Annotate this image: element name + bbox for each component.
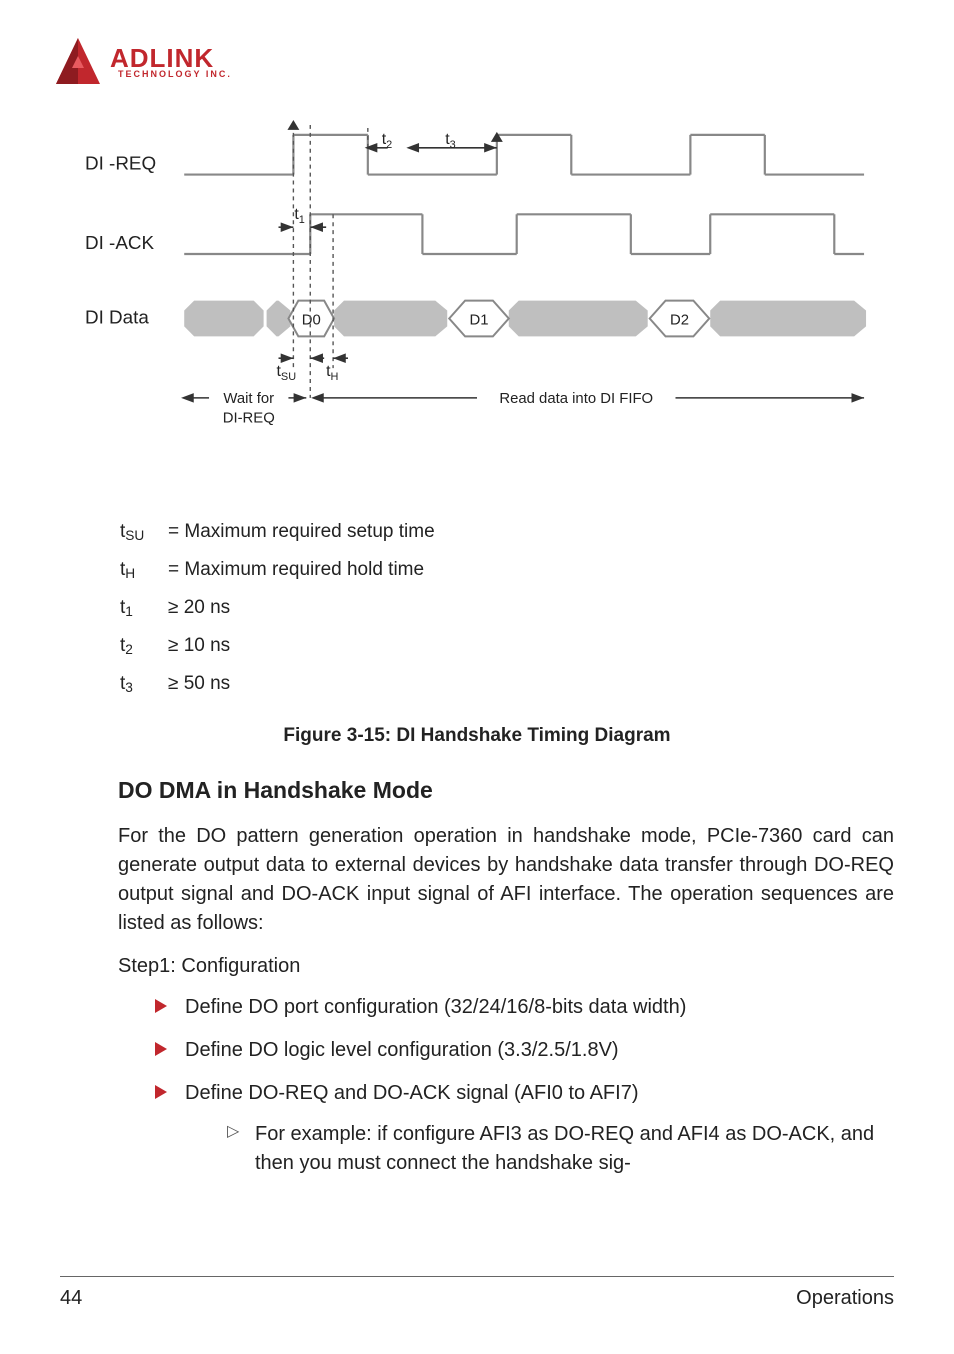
logo-text-main: ADLINK	[110, 45, 232, 71]
signal-di-req: DI -REQ	[85, 153, 156, 174]
page-footer: 44 Operations	[60, 1276, 894, 1310]
step1-label: Step1: Configuration	[118, 952, 894, 981]
signal-di-data: DI Data	[85, 306, 149, 327]
data-d2: D2	[670, 312, 689, 328]
svg-text:t1: t1	[294, 206, 304, 226]
annot-wait: Wait for	[223, 391, 274, 407]
param-tsu: tSU = Maximum required setup time	[120, 513, 894, 551]
bullet-do-port: Define DO port configuration (32/24/16/8…	[155, 993, 894, 1022]
body-paragraph: For the DO pattern generation operation …	[118, 822, 894, 938]
timing-diagram-svg: DI -REQ DI -ACK DI Data	[80, 120, 874, 448]
section-heading: DO DMA in Handshake Mode	[118, 777, 894, 804]
footer-section: Operations	[796, 1287, 894, 1310]
logo: ADLINK TECHNOLOGY INC.	[50, 34, 894, 90]
param-th: tH = Maximum required hold time	[120, 551, 894, 589]
logo-text-sub: TECHNOLOGY INC.	[118, 69, 232, 79]
annot-read: Read data into DI FIFO	[499, 391, 653, 407]
svg-text:t3: t3	[445, 131, 455, 151]
bullet-do-logic: Define DO logic level configuration (3.3…	[155, 1036, 894, 1065]
annot-wait2: DI-REQ	[223, 411, 275, 427]
svg-text:tH: tH	[326, 363, 338, 383]
svg-text:t2: t2	[382, 131, 392, 151]
data-d0: D0	[302, 312, 321, 328]
page: ADLINK TECHNOLOGY INC. DI -REQ DI -ACK D…	[0, 0, 954, 1354]
bullet-do-req-ack: Define DO-REQ and DO-ACK signal (AFI0 to…	[155, 1079, 894, 1178]
timing-diagram: DI -REQ DI -ACK DI Data	[80, 120, 874, 453]
page-number: 44	[60, 1287, 82, 1310]
param-t1: t1 ≥ 20 ns	[120, 589, 894, 627]
sub-bullet-example: For example: if configure AFI3 as DO-REQ…	[227, 1120, 894, 1178]
figure-caption: Figure 3-15: DI Handshake Timing Diagram	[60, 725, 894, 747]
logo-triangle-icon	[50, 34, 106, 90]
param-t3: t3 ≥ 50 ns	[120, 665, 894, 703]
parameter-definitions: tSU = Maximum required setup time tH = M…	[120, 513, 894, 703]
signal-di-ack: DI -ACK	[85, 232, 155, 253]
param-t2: t2 ≥ 10 ns	[120, 627, 894, 665]
config-bullets: Define DO port configuration (32/24/16/8…	[155, 993, 894, 1178]
data-d1: D1	[469, 312, 488, 328]
